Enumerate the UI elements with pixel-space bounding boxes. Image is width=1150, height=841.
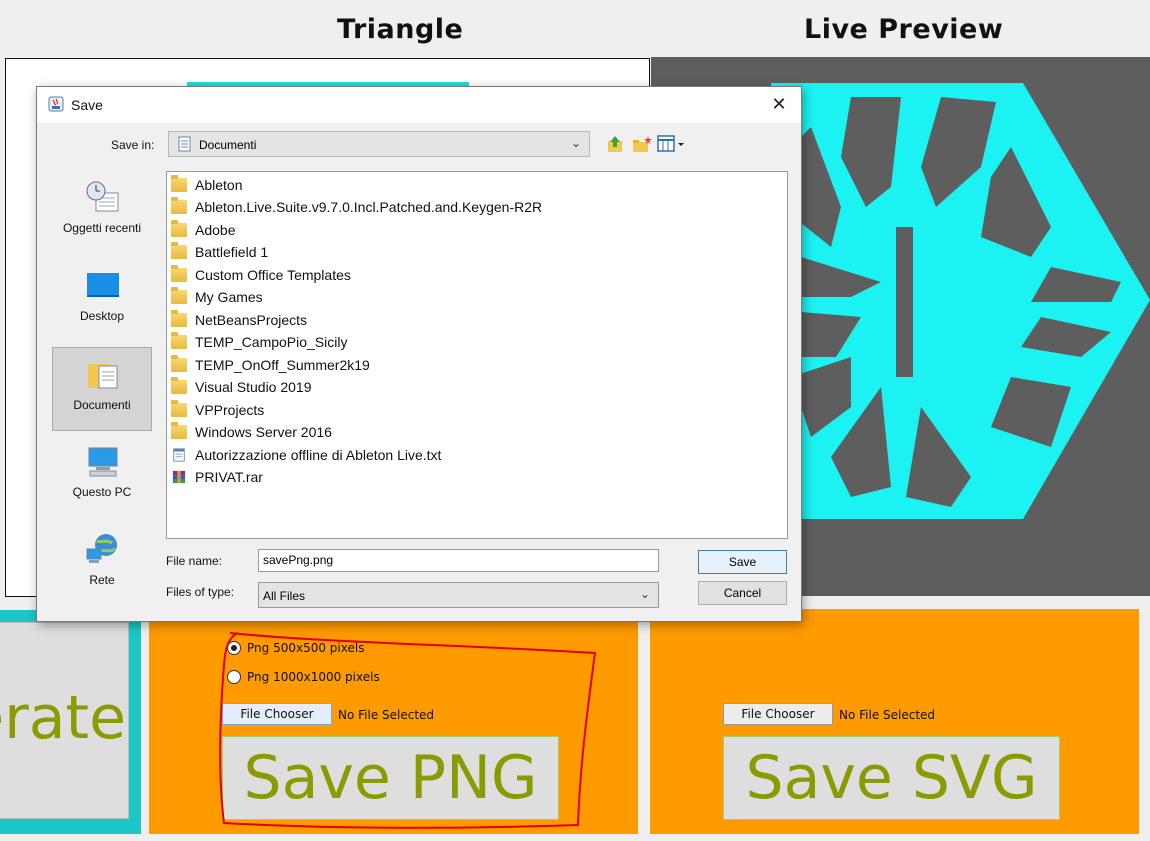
- recent-items-icon: [86, 181, 119, 212]
- generate-button-label: erate: [0, 683, 126, 753]
- file-name: Autorizzazione offline di Ableton Live.t…: [195, 447, 442, 463]
- desktop-icon: [87, 273, 119, 297]
- list-item[interactable]: NetBeansProjects: [171, 310, 307, 330]
- place-desktop-label: Desktop: [79, 309, 125, 323]
- chevron-down-icon: ⌄: [570, 136, 581, 150]
- file-name-label: File name:: [166, 554, 223, 568]
- file-name: VPProjects: [195, 402, 265, 418]
- file-name: Ableton.Live.Suite.v9.7.0.Incl.Patched.a…: [195, 199, 543, 215]
- folder-icon: [171, 400, 187, 417]
- folder-icon: [171, 377, 187, 394]
- live-preview-heading: Live Preview: [804, 14, 1004, 45]
- generate-button[interactable]: erate: [0, 622, 129, 819]
- place-network-label: Rete: [89, 573, 115, 587]
- list-item[interactable]: Visual Studio 2019: [171, 377, 312, 397]
- files-of-type-dropdown[interactable]: All Files ⌄: [258, 582, 659, 608]
- folder-icon: [171, 332, 187, 349]
- place-network[interactable]: Rete: [52, 523, 152, 607]
- cancel-button[interactable]: Cancel: [698, 581, 787, 605]
- documents-icon: [88, 364, 118, 389]
- folder-icon: [171, 355, 187, 372]
- list-item[interactable]: Autorizzazione offline di Ableton Live.t…: [171, 445, 441, 465]
- list-item[interactable]: VPProjects: [171, 400, 264, 420]
- file-name: TEMP_CampoPio_Sicily: [195, 334, 348, 350]
- folder-icon: [171, 242, 187, 259]
- dialog-title: Save: [71, 97, 103, 113]
- archive-file-icon: [172, 470, 186, 484]
- svg-file-chooser-button[interactable]: File Chooser: [723, 703, 833, 725]
- save-dialog: Save ✕ Save in: Documenti ⌄ Oggetti rece…: [36, 86, 802, 622]
- file-name: Ableton: [195, 177, 243, 193]
- list-item[interactable]: TEMP_CampoPio_Sicily: [171, 332, 348, 352]
- places-bar: Oggetti recenti Desktop Documenti Questo…: [48, 171, 154, 611]
- svg-file-status: No File Selected: [839, 708, 936, 722]
- view-menu-icon[interactable]: [657, 135, 687, 153]
- triangle-heading: Triangle: [337, 14, 464, 45]
- file-list[interactable]: Ableton Ableton.Live.Suite.v9.7.0.Incl.P…: [166, 171, 788, 539]
- new-folder-icon[interactable]: [631, 134, 653, 154]
- place-documents[interactable]: Documenti: [52, 347, 152, 431]
- list-item[interactable]: My Games: [171, 287, 263, 307]
- save-in-dropdown[interactable]: Documenti ⌄: [168, 131, 590, 157]
- list-item[interactable]: Ableton.Live.Suite.v9.7.0.Incl.Patched.a…: [171, 197, 542, 217]
- place-recent-items[interactable]: Oggetti recenti: [52, 171, 152, 255]
- chevron-down-icon: ⌄: [639, 587, 650, 601]
- place-documents-label: Documenti: [73, 398, 131, 412]
- save-in-label: Save in:: [111, 138, 155, 152]
- java-app-icon: [48, 96, 64, 112]
- folder-icon: [171, 310, 187, 327]
- save-in-value: Documenti: [199, 138, 257, 152]
- list-item[interactable]: Windows Server 2016: [171, 422, 332, 442]
- up-folder-icon[interactable]: [605, 134, 625, 154]
- place-desktop[interactable]: Desktop: [52, 259, 152, 343]
- files-of-type-value: All Files: [263, 589, 306, 603]
- place-this-pc-label: Questo PC: [72, 485, 132, 499]
- close-icon[interactable]: ✕: [767, 93, 791, 117]
- computer-icon: [88, 447, 118, 477]
- list-item[interactable]: Battlefield 1: [171, 242, 268, 262]
- list-item[interactable]: Ableton: [171, 175, 242, 195]
- folder-icon: [171, 287, 187, 304]
- list-item[interactable]: PRIVAT.rar: [171, 467, 263, 487]
- file-name-field[interactable]: savePng.png: [258, 549, 659, 572]
- file-name: Windows Server 2016: [195, 424, 332, 440]
- file-name: My Games: [195, 289, 263, 305]
- file-name: PRIVAT.rar: [195, 469, 263, 485]
- list-item[interactable]: TEMP_OnOff_Summer2k19: [171, 355, 370, 375]
- folder-icon: [171, 265, 187, 282]
- list-item[interactable]: Adobe: [171, 220, 235, 240]
- save-svg-panel: File Chooser No File Selected Save SVG: [650, 609, 1139, 834]
- folder-icon: [171, 175, 187, 192]
- list-item[interactable]: Custom Office Templates: [171, 265, 351, 285]
- save-svg-button[interactable]: Save SVG: [723, 736, 1060, 820]
- folder-icon: [171, 220, 187, 237]
- folder-icon: [171, 422, 187, 439]
- network-icon: [86, 534, 117, 563]
- place-recent-items-label: Oggetti recenti: [62, 221, 142, 235]
- file-name: NetBeansProjects: [195, 312, 308, 328]
- folder-icon: [171, 197, 187, 214]
- file-name: Visual Studio 2019: [195, 379, 312, 395]
- place-this-pc[interactable]: Questo PC: [52, 435, 152, 519]
- save-button[interactable]: Save: [698, 550, 787, 574]
- file-name: Battlefield 1: [195, 244, 269, 260]
- dialog-titlebar[interactable]: Save ✕: [37, 87, 801, 123]
- file-name: Adobe: [195, 222, 236, 238]
- file-name: Custom Office Templates: [195, 267, 351, 283]
- documents-small-icon: [178, 136, 191, 152]
- red-annotation-circle: [219, 632, 597, 829]
- files-of-type-label: Files of type:: [166, 585, 235, 599]
- text-file-icon: [173, 448, 185, 462]
- file-name: TEMP_OnOff_Summer2k19: [195, 357, 370, 373]
